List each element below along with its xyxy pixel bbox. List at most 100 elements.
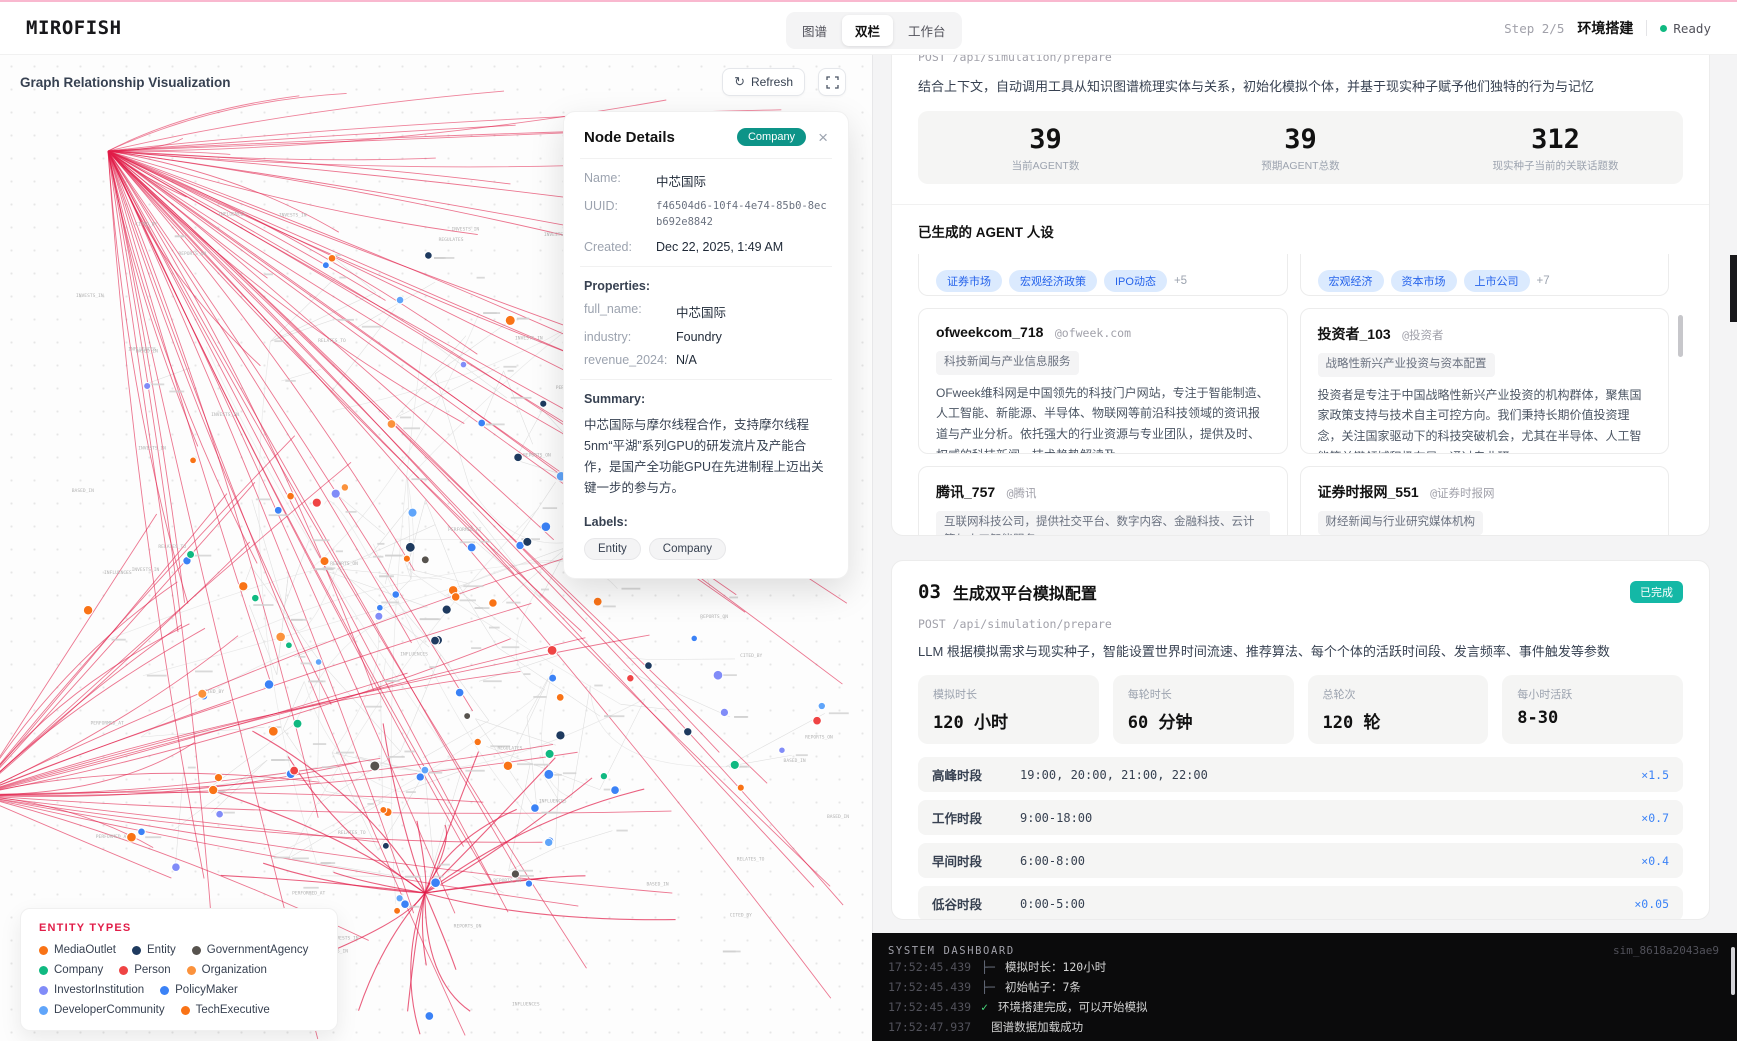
- detail-column: POST /api/simulation/prepare 结合上下文，自动调用工…: [872, 55, 1737, 933]
- agent-name: ofweekcom_718: [936, 324, 1043, 340]
- label-pill: Company: [649, 538, 726, 560]
- svg-text:REPORTS_ON: REPORTS_ON: [700, 614, 728, 620]
- node-details-panel: Node Details Company × Name: 中芯国际 UUID: …: [563, 111, 849, 579]
- svg-text:RELATES_TO: RELATES_TO: [737, 856, 765, 862]
- tab-workbench[interactable]: 工作台: [895, 15, 959, 46]
- summary-text: 中芯国际与摩尔线程合作，支持摩尔线程5nm“平湖”系列GPU的研发流片及产能合作…: [584, 415, 828, 500]
- list-scrollbar-thumb[interactable]: [1678, 315, 1683, 357]
- graph-panel: INVESTS_IN INVESTS_IN RELATES_TO BASED_IN PE…: [0, 55, 872, 1041]
- svg-text:INVESTS_IN: INVESTS_IN: [132, 567, 160, 573]
- svg-text:BASED_IN: BASED_IN: [827, 814, 849, 820]
- field-label: UUID:: [584, 199, 656, 231]
- legend-dot-icon: [39, 986, 48, 995]
- topic-tag: 宏观经济: [1318, 270, 1384, 292]
- legend-item: GovernmentAgency: [192, 944, 309, 956]
- field-label: Created:: [584, 240, 656, 254]
- legend-dot-icon: [39, 946, 48, 955]
- legend-item: DeveloperCommunity: [39, 1004, 165, 1016]
- svg-text:PERFORMED_AT: PERFORMED_AT: [91, 720, 124, 726]
- agent-handle: @投资者: [1402, 328, 1443, 342]
- legend-dot-icon: [181, 1006, 190, 1015]
- property-key: revenue_2024:: [584, 353, 676, 367]
- svg-text:REPORTS_ON: REPORTS_ON: [330, 561, 358, 567]
- agent-card[interactable]: 证券时报网_551 @证券时报网 财经新闻与行业研究媒体机构 证券时报网（stc…: [1300, 466, 1670, 536]
- svg-text:INFLUENCES: INFLUENCES: [104, 570, 132, 576]
- svg-text:BASED_IN: BASED_IN: [136, 349, 158, 355]
- legend-item: Organization: [187, 964, 267, 976]
- period-multiplier: ×0.7: [1641, 811, 1669, 825]
- legend-item: Person: [119, 964, 170, 976]
- legend-item: MediaOutlet: [39, 944, 116, 956]
- svg-text:INVESTS_IN: INVESTS_IN: [515, 335, 543, 341]
- fullscreen-button[interactable]: [818, 68, 846, 96]
- svg-text:INFLUENCES: INFLUENCES: [218, 211, 246, 217]
- log-line: 17:52:47.937 图谱数据加载成功: [888, 1018, 1737, 1037]
- section-2-description: 结合上下文，自动调用工具从知识图谱梳理实体与关系，初始化模拟个体，并基于现实种子…: [918, 76, 1683, 95]
- agent-handle: @腾讯: [1007, 486, 1037, 500]
- svg-text:REPORTS_ON: REPORTS_ON: [493, 878, 521, 884]
- agent-card[interactable]: ofweekcom_718 @ofweek.com 科技新闻与产业信息服务 OF…: [918, 308, 1288, 454]
- agent-card-partial[interactable]: 宏观经济 资本市场 上市公司 +7: [1300, 254, 1670, 296]
- agent-role-tag: 互联网科技公司，提供社交平台、数字内容、金融科技、云计算与人工智能服务: [936, 511, 1270, 536]
- refresh-button[interactable]: ↻ Refresh: [722, 68, 805, 96]
- agent-card[interactable]: 腾讯_757 @腾讯 互联网科技公司，提供社交平台、数字内容、金融科技、云计算与…: [918, 466, 1288, 536]
- period-row: 高峰时段19:00, 20:00, 21:00, 22:00 ×1.5: [918, 757, 1683, 792]
- agent-stats: 39当前AGENT数 39预期AGENT总数 312现实种子当前的关联话题数: [918, 111, 1683, 184]
- agent-role-tag: 财经新闻与行业研究媒体机构: [1318, 511, 1484, 535]
- completed-badge: 已完成: [1630, 581, 1683, 603]
- legend-dot-icon: [119, 966, 128, 975]
- labels-heading: Labels:: [584, 515, 828, 529]
- close-icon[interactable]: ×: [818, 129, 828, 146]
- svg-text:BASED_IN: BASED_IN: [72, 488, 94, 494]
- legend-dot-icon: [187, 966, 196, 975]
- terminal-session-id: sim_8618a2043ae9: [1613, 944, 1719, 957]
- terminal-title: SYSTEM DASHBOARD: [888, 945, 1015, 957]
- svg-text:PERFORMED_AT: PERFORMED_AT: [96, 834, 129, 840]
- page-scrollbar-thumb[interactable]: [1730, 255, 1737, 322]
- agent-name: 腾讯_757: [936, 484, 995, 500]
- topic-tag: 宏观经济政策: [1009, 270, 1097, 292]
- terminal-scrollbar-thumb[interactable]: [1731, 947, 1735, 995]
- step-title: 环境搭建: [1577, 18, 1633, 38]
- svg-text:INVESTS_IN: INVESTS_IN: [211, 412, 239, 418]
- param-round-length: 每轮时长60 分钟: [1113, 675, 1294, 744]
- svg-text:REPORTS_ON: REPORTS_ON: [523, 453, 551, 459]
- topic-tag: IPO动态: [1104, 270, 1167, 292]
- simulation-params: 模拟时长120 小时 每轮时长60 分钟 总轮次120 轮 每小时活跃8-30: [918, 675, 1683, 744]
- status-dot-icon: [1660, 25, 1667, 32]
- log-line: 17:52:45.439 ├─ 模拟时长：120小时: [888, 958, 1737, 977]
- top-bar: MIROFISH 图谱 双栏 工作台 Step 2/5 环境搭建 Ready: [0, 2, 1737, 55]
- node-created-value: Dec 22, 2025, 1:49 AM: [656, 240, 783, 254]
- tab-graph[interactable]: 图谱: [789, 15, 840, 46]
- topic-tag: 资本市场: [1391, 270, 1457, 292]
- stat-expected-agents: 39预期AGENT总数: [1173, 124, 1428, 173]
- svg-text:RELATES_TO: RELATES_TO: [338, 830, 366, 836]
- check-icon: ✓: [981, 998, 988, 1017]
- agent-name: 投资者_103: [1318, 326, 1391, 342]
- svg-text:BASED_IN: BASED_IN: [784, 758, 806, 764]
- legend-item: TechExecutive: [181, 1004, 270, 1016]
- period-row: 工作时段9:00-18:00 ×0.7: [918, 800, 1683, 835]
- svg-text:PERFORMED_AT: PERFORMED_AT: [292, 891, 325, 897]
- log-line: 17:52:45.439 ✓ 环境搭建完成，可以开始模拟: [888, 998, 1737, 1017]
- svg-text:CITED_BY: CITED_BY: [730, 912, 752, 918]
- period-multiplier: ×0.4: [1641, 854, 1669, 868]
- legend-dot-icon: [132, 946, 141, 955]
- agent-card[interactable]: 投资者_103 @投资者 战略性新兴产业投资与资本配置 投资者是专注于中国战略性…: [1300, 308, 1670, 454]
- svg-text:RELATES_TO: RELATES_TO: [158, 544, 186, 550]
- period-row: 低谷时段0:00-5:00 ×0.05: [918, 886, 1683, 920]
- tab-dual-pane[interactable]: 双栏: [842, 15, 893, 46]
- agent-cards-list: 证券市场 宏观经济政策 IPO动态 +5 宏观经济 资本市场 上市公司 +7: [918, 254, 1683, 536]
- legend-dot-icon: [39, 1006, 48, 1015]
- topbar-status-group: Step 2/5 环境搭建 Ready: [1504, 18, 1711, 38]
- stat-topics: 312现实种子当前的关联话题数: [1428, 124, 1683, 173]
- property-value: Foundry: [676, 330, 722, 344]
- svg-text:INVESTS_IN: INVESTS_IN: [279, 212, 307, 218]
- field-label: Name:: [584, 171, 656, 190]
- brand-logo: MIROFISH: [26, 17, 122, 39]
- svg-text:BASED_IN: BASED_IN: [647, 882, 669, 888]
- agent-card-partial[interactable]: 证券市场 宏观经济政策 IPO动态 +5: [918, 254, 1288, 296]
- section-2-card: POST /api/simulation/prepare 结合上下文，自动调用工…: [891, 55, 1710, 536]
- system-dashboard-terminal: SYSTEM DASHBOARD sim_8618a2043ae9 17:52:…: [872, 933, 1737, 1041]
- graph-panel-title: Graph Relationship Visualization: [20, 75, 231, 90]
